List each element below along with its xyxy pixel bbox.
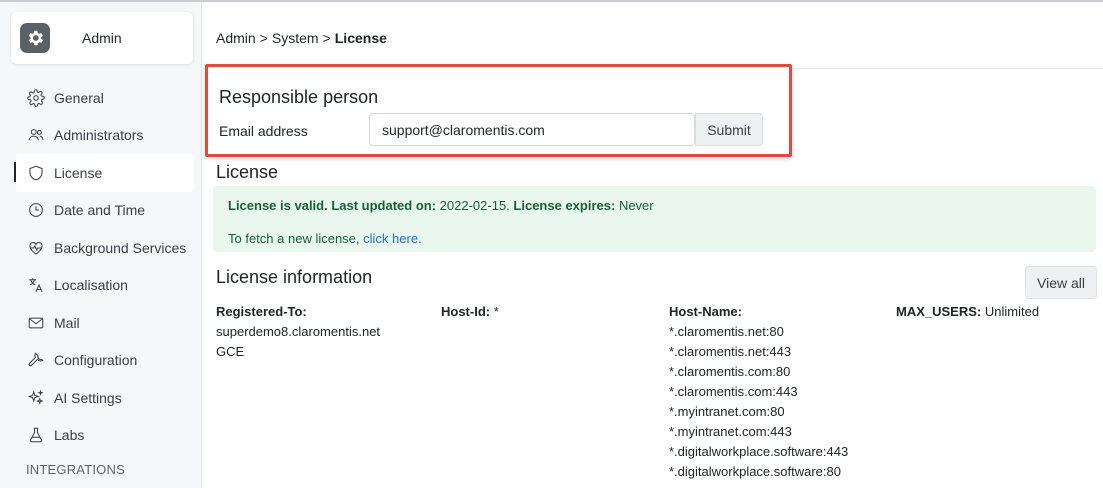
sidebar-item-label: General [54, 89, 104, 106]
sidebar-item-label: Date and Time [54, 202, 146, 219]
sparkles-icon [27, 389, 44, 405]
heartbeat-icon [29, 241, 43, 255]
translate-icon [29, 278, 43, 293]
max-users-column: MAX_USERS: Unlimited [896, 302, 1039, 322]
sidebar-item-mail[interactable]: Mail [0, 304, 202, 342]
breadcrumb-current: License [334, 30, 387, 46]
sidebar-section-integrations: INTEGRATIONS [26, 461, 125, 477]
sidebar: Admin General Administrators License Dat… [0, 2, 202, 488]
host-name-item: *.digitalworkplace.software:80 [669, 464, 841, 479]
main-content: Admin > System > License Responsible per… [203, 2, 1103, 488]
license-heading: License [216, 162, 279, 182]
license-status-alert: License is valid. Last updated on: 2022-… [213, 186, 1096, 252]
sidebar-item-label: Administrators [54, 127, 144, 144]
sidebar-item-label: Background Services [54, 239, 187, 256]
sidebar-nav: General Administrators License Date and … [0, 79, 202, 484]
sidebar-item-ai-settings[interactable]: AI Settings [0, 379, 202, 417]
fetch-license-link[interactable]: click here [363, 231, 418, 246]
breadcrumb: Admin > System > License [216, 30, 387, 46]
license-valid-text: License is valid. Last updated on: [228, 198, 437, 213]
gear-icon [27, 89, 45, 107]
wrench-icon [28, 352, 44, 367]
brand-card[interactable]: Admin [11, 12, 193, 64]
host-name-column: Host-Name: *.claromentis.net:80 *.clarom… [669, 302, 848, 482]
max-users-value: Unlimited [984, 304, 1040, 319]
sidebar-item-general[interactable]: General [0, 79, 202, 117]
host-name-label: Host-Name: [669, 304, 742, 319]
license-information-heading: License information [216, 267, 373, 287]
sidebar-item-label: License [54, 164, 103, 181]
flask-icon [29, 427, 43, 443]
host-id-column: Host-Id: * [441, 302, 499, 322]
sidebar-item-localisation[interactable]: Localisation [0, 267, 202, 305]
sidebar-item-background-services[interactable]: Background Services [0, 229, 202, 267]
host-name-item: *.claromentis.net:443 [669, 344, 792, 359]
registered-to-column: Registered-To: superdemo8.claromentis.ne… [216, 302, 380, 362]
fetch-license-period: . [418, 231, 422, 246]
sidebar-item-label: Labs [54, 427, 85, 444]
shield-icon [29, 165, 43, 181]
sidebar-item-label: Mail [54, 314, 80, 331]
clock-icon [29, 203, 43, 218]
host-id-value: * [493, 304, 499, 319]
submit-button[interactable]: Submit [695, 113, 763, 146]
email-label: Email address [219, 123, 308, 139]
sidebar-item-license[interactable]: License [14, 154, 194, 192]
breadcrumb-system[interactable]: System [272, 30, 319, 46]
host-id-label: Host-Id: [441, 304, 491, 319]
brand-name: Admin [82, 30, 122, 46]
breadcrumb-separator: > [322, 30, 331, 46]
host-name-item: *.claromentis.net:80 [669, 324, 784, 339]
mail-icon [28, 317, 44, 329]
responsible-person-panel: Responsible person Email address Submit [205, 64, 792, 157]
admin-gear-logo-icon [20, 23, 50, 53]
fetch-license-text: To fetch a new license, [228, 231, 360, 246]
sidebar-item-label: Configuration [54, 352, 138, 369]
host-name-item: *.myintranet.com:80 [669, 404, 785, 419]
license-expires-value: Never [618, 198, 654, 213]
registered-to-value: superdemo8.claromentis.net [216, 324, 381, 339]
license-updated-date: 2022-02-15. [439, 198, 510, 213]
registered-to-label: Registered-To: [216, 304, 307, 319]
email-input[interactable] [369, 113, 695, 146]
breadcrumb-separator: > [259, 30, 268, 46]
responsible-person-heading: Responsible person [219, 87, 379, 107]
users-icon [28, 129, 44, 141]
sidebar-item-label: Localisation [54, 277, 128, 294]
host-name-item: *.claromentis.com:443 [669, 384, 798, 399]
sidebar-item-administrators[interactable]: Administrators [0, 117, 202, 155]
sidebar-item-label: AI Settings [54, 389, 122, 406]
license-fetch-line: To fetch a new license, click here. [228, 231, 422, 246]
license-expires-label: License expires: [513, 198, 616, 213]
app-window: Admin General Administrators License Dat… [0, 0, 1103, 488]
registered-to-value: GCE [216, 344, 245, 359]
sidebar-item-labs[interactable]: Labs [0, 417, 202, 455]
host-name-item: *.myintranet.com:443 [669, 424, 792, 439]
host-name-item: *.claromentis.com:80 [669, 364, 791, 379]
breadcrumb-admin[interactable]: Admin [216, 30, 256, 46]
license-status-line: License is valid. Last updated on: 2022-… [228, 198, 654, 213]
sidebar-item-date-and-time[interactable]: Date and Time [0, 192, 202, 230]
view-all-button[interactable]: View all [1025, 266, 1097, 299]
host-name-item: *.digitalworkplace.software:443 [669, 444, 849, 459]
sidebar-item-configuration[interactable]: Configuration [0, 342, 202, 380]
max-users-label: MAX_USERS: [896, 304, 982, 319]
